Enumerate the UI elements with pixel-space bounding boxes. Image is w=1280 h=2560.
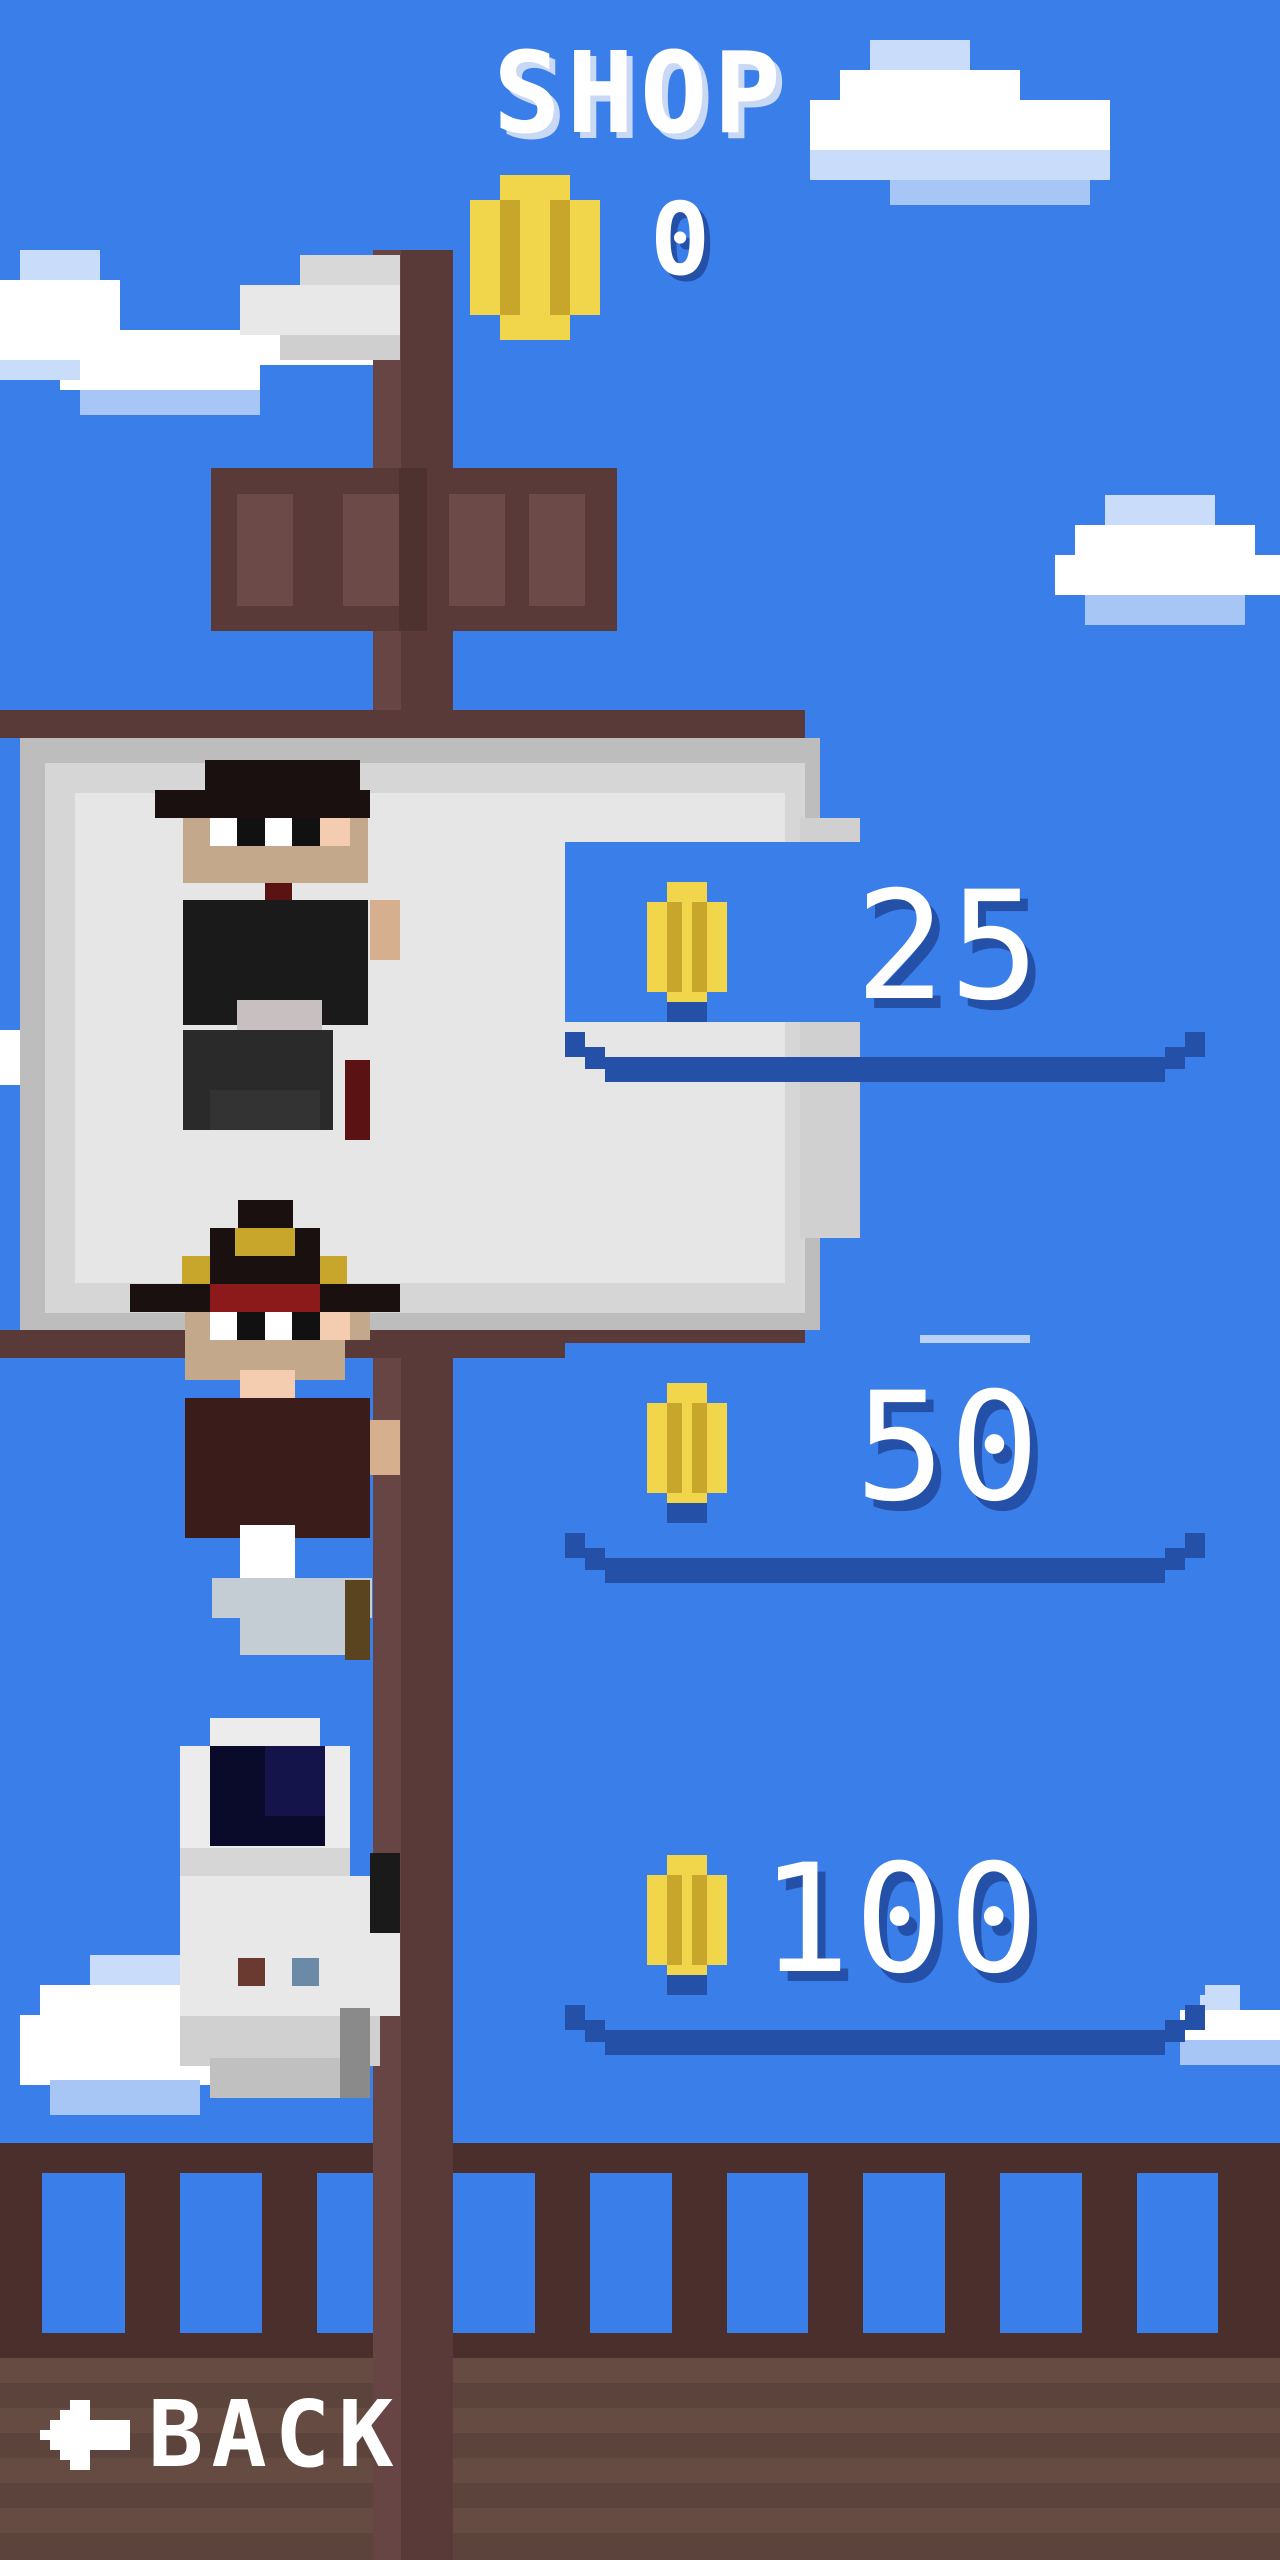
- cloud-right-mid: [1055, 495, 1280, 630]
- flag: [240, 255, 400, 360]
- shop-item-price-1[interactable]: 25: [565, 842, 1205, 1122]
- character-masked-pirate[interactable]: [155, 760, 405, 1145]
- shop-item-price-2[interactable]: 50: [565, 1343, 1205, 1623]
- sparkle-line: [920, 1335, 1030, 1343]
- coin-icon: [647, 1383, 727, 1523]
- arrow-left-icon: [40, 2400, 130, 2470]
- shop-scene: SHOP 0 25 50 100 BACK: [0, 0, 1280, 2560]
- back-label: BACK: [148, 2381, 402, 2488]
- price-panel-shelf: [565, 1533, 1205, 1583]
- mast-base: [373, 2143, 453, 2560]
- price-label: 25: [855, 860, 1044, 1034]
- yard-top: [0, 710, 805, 738]
- crows-nest: [211, 468, 617, 631]
- character-captain-pirate[interactable]: [130, 1200, 450, 1660]
- coin-count: 0: [650, 181, 711, 298]
- coin-icon: [647, 1855, 727, 1995]
- price-label: 100: [760, 1833, 1043, 2007]
- coin-icon: [470, 175, 600, 340]
- coin-icon: [647, 882, 727, 1022]
- railing-balusters: [0, 2173, 1280, 2333]
- price-label: 50: [855, 1361, 1044, 1535]
- shop-title: SHOP: [493, 29, 787, 159]
- price-panel-shelf: [565, 1032, 1205, 1082]
- back-button[interactable]: BACK: [40, 2380, 400, 2490]
- shop-item-price-3[interactable]: 100: [565, 1815, 1205, 2095]
- price-panel-shelf: [565, 2005, 1205, 2055]
- character-astronaut[interactable]: [180, 1718, 410, 2098]
